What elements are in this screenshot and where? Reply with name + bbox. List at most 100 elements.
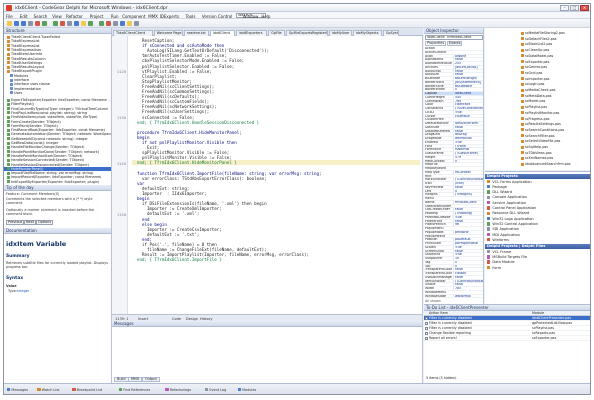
structure-item[interactable]: Uses (4, 91, 111, 95)
view-tab-history[interactable]: History (200, 317, 212, 321)
menu-version-control[interactable]: Version Control (202, 14, 232, 19)
project-file-item[interactable]: scXmlNames.pas (521, 156, 590, 160)
project-file-item[interactable]: scGrid.pas (521, 71, 590, 75)
todo-done-checkbox[interactable] (425, 337, 428, 340)
palette-item[interactable]: Resource DLL Wizard (485, 211, 590, 216)
message-tab-build[interactable]: Build (114, 377, 129, 382)
open-icon[interactable] (14, 20, 19, 26)
add-file-icon[interactable] (88, 20, 93, 26)
stop-icon[interactable] (60, 20, 65, 26)
palette-item[interactable]: Package (485, 185, 590, 190)
new-icon[interactable] (7, 20, 12, 26)
property-value[interactable]: wsNormal (453, 294, 483, 298)
project-file-item[interactable]: scMetaData.pas (521, 94, 590, 98)
previous-tip-button[interactable]: Previous (6, 220, 25, 225)
project-file-item[interactable]: scTDbViews.pas (521, 151, 590, 155)
palette-item[interactable]: Data Module (485, 260, 590, 265)
close-button[interactable]: ✕ (580, 5, 589, 11)
save-all-icon[interactable] (28, 20, 33, 26)
close-icon[interactable] (35, 20, 40, 26)
todo-done-checkbox[interactable] (425, 327, 428, 330)
project-file-item[interactable]: scLogin.pas (521, 82, 590, 86)
dock-tab-modules[interactable]: Modules (237, 388, 256, 392)
todo-item[interactable]: Report all errors! scExporter.pas (424, 336, 590, 341)
palette-item[interactable]: DLL Wizard (485, 190, 590, 195)
menu-run[interactable]: Run (111, 14, 119, 19)
project-file-item[interactable]: scSqlHelp.pas (521, 145, 590, 149)
tip-options-button[interactable]: Options (36, 220, 54, 225)
dock-tab-find-references[interactable]: Find References (118, 388, 150, 392)
message-tab-output[interactable]: Output (142, 377, 160, 382)
palette-item[interactable]: MDI Application (485, 233, 590, 238)
project-file-item[interactable]: scSearchFilter.pas (521, 134, 590, 138)
dock-tab-messages[interactable]: Messages (7, 388, 28, 392)
menu-search[interactable]: Search (34, 14, 48, 19)
redo-icon[interactable] (134, 20, 139, 26)
menu-component[interactable]: Component (122, 14, 145, 19)
step-over-icon[interactable] (53, 20, 58, 26)
dock-tab-refactorings[interactable]: Refactorings (165, 388, 191, 392)
palette-item[interactable]: Winforms (485, 238, 590, 243)
method-item[interactable]: InitExportByExporter(Exporter: IIdxExpor… (4, 180, 111, 184)
project-file-item[interactable]: scResultsSettings.pas (521, 122, 590, 126)
palette-item[interactable]: SDI Application (485, 227, 590, 232)
project-file-item[interactable]: scBlackList2.pas (521, 42, 590, 46)
palette-item[interactable]: Console Application (485, 195, 590, 200)
project-file-item[interactable]: scDetachFiles2.pas (521, 37, 590, 41)
palette-category[interactable]: Delphi Projects | Delphi Files (485, 244, 590, 250)
project-file-item[interactable]: scDataModel.pas (521, 54, 590, 58)
property-row[interactable]: WindowState wsNormal (424, 294, 483, 299)
project-file-item[interactable]: scExporter.pas (521, 60, 590, 64)
menu-idexperts[interactable]: IDExperts (160, 14, 179, 19)
doc-type-link[interactable]: Integer (17, 289, 120, 293)
message-tab-mmx[interactable]: MMX (128, 377, 143, 382)
next-tip-button[interactable]: Next (24, 220, 36, 225)
todo-done-checkbox[interactable] (425, 332, 428, 335)
project-file-item[interactable]: scSearchConditions.pas (521, 128, 590, 132)
menu-project[interactable]: Project (90, 14, 104, 19)
palette-item[interactable]: Control Panel Application (485, 206, 590, 211)
dock-tab-watch-list[interactable]: Watch List (37, 388, 59, 392)
palette-item[interactable]: Service Application (485, 201, 590, 206)
project-file-item[interactable]: scModel.pas (521, 99, 590, 103)
palette-item[interactable]: VCL Forms Application (485, 180, 590, 185)
copy-icon[interactable] (113, 20, 118, 26)
palette-item[interactable]: Form (485, 266, 590, 271)
object-selector-combo[interactable]: idx6Client: TfrmIdx6Client (425, 35, 483, 40)
inspector-tab-properties[interactable]: Properties (425, 41, 447, 46)
palette-item[interactable]: MSBuild Targets File (485, 255, 590, 260)
undo-icon[interactable] (127, 20, 132, 26)
minimize-button[interactable]: – (560, 5, 569, 11)
project-file-item[interactable]: scImporter.pas (521, 77, 590, 81)
project-file-item[interactable]: scProgress.pas (521, 117, 590, 121)
menu-edit[interactable]: Edit (20, 14, 28, 19)
project-file-item[interactable]: scPlaylist.pas (521, 105, 590, 109)
cut-icon[interactable] (106, 20, 111, 26)
project-file-item[interactable]: scPlaylistMonitor.pas (521, 111, 590, 115)
project-file-item[interactable]: scCleanUp.pas (521, 48, 590, 52)
project-file-item[interactable]: scGenres.pas (521, 65, 590, 69)
compile-icon[interactable] (74, 20, 79, 26)
palette-item[interactable]: VCL Frame (485, 250, 590, 255)
todo-done-checkbox[interactable] (425, 322, 428, 325)
paste-icon[interactable] (120, 20, 125, 26)
menu-view[interactable]: View (52, 14, 62, 19)
view-tab-code[interactable]: Code (172, 317, 181, 321)
menu-file[interactable]: File (6, 14, 13, 19)
build-icon[interactable] (67, 20, 72, 26)
inspector-tab-events[interactable]: Events (447, 41, 463, 46)
remove-file-icon[interactable] (99, 20, 104, 26)
palette-item[interactable]: Win32 Logo Application (485, 217, 590, 222)
dock-tab-breakpoint-list[interactable]: Breakpoint List (72, 388, 102, 392)
palette-item[interactable]: Win32 Control Application (485, 222, 590, 227)
project-file-item[interactable]: scMediaFileStoring2.pas (521, 31, 590, 35)
palette-category[interactable]: Delphi Projects (485, 174, 590, 179)
maximize-button[interactable]: □ (570, 5, 579, 11)
project-file-item[interactable]: scMediaCheck.pas (521, 88, 590, 92)
save-icon[interactable] (21, 20, 26, 26)
menu-tools[interactable]: Tools (186, 14, 196, 19)
menu-refactor[interactable]: Refactor (66, 14, 83, 19)
folder-icon[interactable] (81, 20, 86, 26)
run-icon[interactable] (42, 20, 47, 26)
code-editor[interactable]: ResetCaption; if sConnected and scAutoMo… (112, 36, 423, 314)
